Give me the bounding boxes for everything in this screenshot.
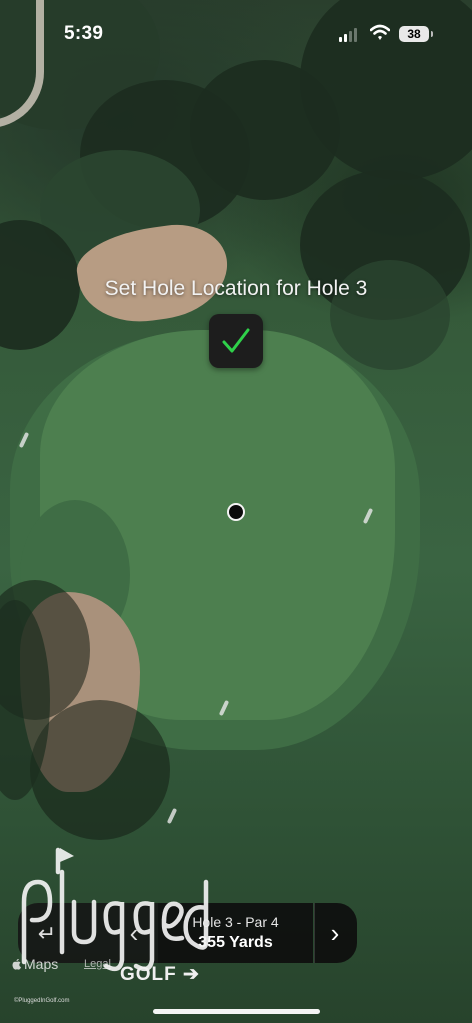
status-time: 5:39 — [64, 23, 104, 44]
chevron-right-icon: › — [330, 918, 340, 948]
plugged-in-golf-logo — [21, 847, 209, 972]
hole-location-marker[interactable] — [227, 503, 245, 521]
confirm-location-button[interactable] — [209, 314, 263, 368]
page-title: Set Hole Location for Hole 3 — [104, 277, 368, 300]
battery-icon: 38 — [399, 26, 429, 42]
wifi-icon — [370, 24, 390, 40]
checkmark-icon — [222, 328, 250, 353]
home-indicator[interactable] — [153, 1009, 320, 1014]
cellular-signal-icon — [339, 28, 357, 42]
watermark-copyright: ©PluggedInGolf.com — [14, 998, 70, 1004]
next-hole-button[interactable]: › — [314, 903, 357, 963]
watermark-golf: GOLF ➔ — [120, 964, 200, 985]
